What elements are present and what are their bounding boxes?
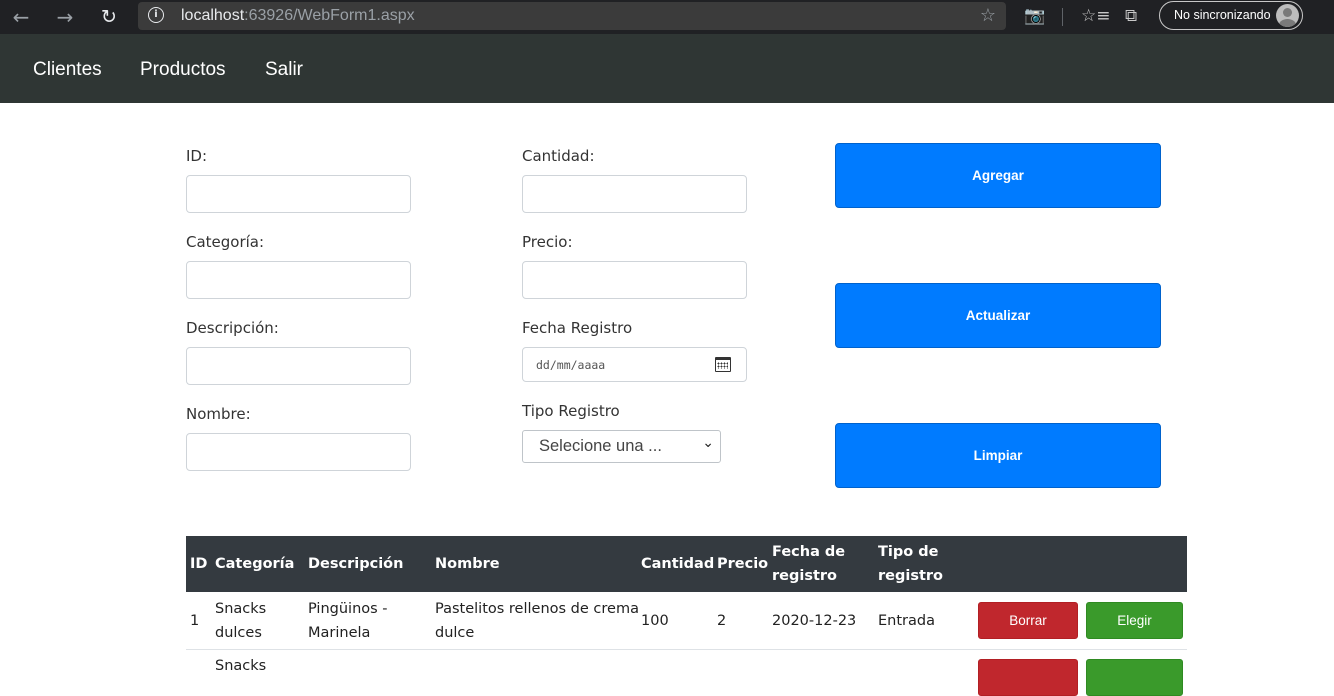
categoria-input[interactable]: [186, 261, 411, 299]
browser-toolbar: ← → ↻ i localhost:63926/WebForm1.aspx ☆ …: [0, 0, 1334, 34]
header-id: ID: [190, 556, 208, 572]
nombre-label: Nombre:: [186, 405, 251, 423]
cell-categoria-line1: Snacks: [215, 601, 267, 617]
profile-avatar-icon: [1276, 4, 1299, 27]
sync-status-label: No sincronizando: [1174, 8, 1271, 22]
cell-cantidad: 100: [641, 613, 669, 629]
chevron-down-icon: ⌄: [702, 435, 714, 451]
row-divider: [186, 649, 1187, 650]
favorites-list-icon[interactable]: ☆≡: [1081, 5, 1110, 27]
precio-input[interactable]: [522, 261, 747, 299]
date-placeholder: dd/mm/aaaa: [536, 358, 606, 372]
header-categoria: Categoría: [215, 556, 295, 572]
favorite-star-icon[interactable]: ☆: [980, 5, 996, 26]
nav-link-productos[interactable]: Productos: [140, 59, 226, 81]
nombre-input[interactable]: [186, 433, 411, 471]
header-tipo-line2: registro: [878, 568, 944, 584]
table-header: ID Categoría Descripción Nombre Cantidad…: [186, 536, 1187, 592]
nav-link-clientes[interactable]: Clientes: [33, 59, 102, 81]
select-value: Selecione una ...: [539, 437, 662, 455]
fecha-registro-label: Fecha Registro: [522, 319, 633, 337]
descripcion-label: Descripción:: [186, 319, 279, 337]
id-label: ID:: [186, 147, 208, 165]
tipo-registro-select[interactable]: Selecione una ... ⌄: [522, 430, 721, 463]
header-nombre: Nombre: [435, 556, 500, 572]
cell-id: 1: [190, 613, 200, 629]
header-descripcion: Descripción: [308, 556, 404, 572]
cell-descripcion-line1: Pingüinos -: [308, 601, 388, 617]
descripcion-input[interactable]: [186, 347, 411, 385]
header-fecha-line1: Fecha de: [772, 544, 846, 560]
header-precio: Precio: [717, 556, 769, 572]
cantidad-label: Cantidad:: [522, 147, 595, 165]
calendar-icon[interactable]: [715, 357, 731, 372]
collections-icon[interactable]: ⧉: [1125, 5, 1137, 27]
categoria-label: Categoría:: [186, 233, 265, 251]
cell-categoria-line2: dulces: [215, 625, 262, 641]
header-tipo-line1: Tipo de: [878, 544, 939, 560]
profile-sync-button[interactable]: No sincronizando: [1159, 1, 1303, 30]
cell-nombre-line1: Pastelitos rellenos de crema: [435, 601, 639, 617]
reload-icon[interactable]: ↻: [96, 4, 122, 30]
header-cantidad: Cantidad: [641, 556, 715, 572]
cell-fecha: 2020-12-23: [772, 613, 857, 629]
camera-icon[interactable]: 📷: [1024, 5, 1045, 27]
borrar-button[interactable]: Borrar: [978, 602, 1078, 639]
cell-nombre-line2: dulce: [435, 625, 475, 641]
back-arrow-icon[interactable]: ←: [8, 4, 34, 30]
url-text[interactable]: localhost:63926/WebForm1.aspx: [181, 7, 415, 25]
actualizar-button[interactable]: Actualizar: [835, 283, 1161, 348]
tipo-registro-label: Tipo Registro: [522, 402, 620, 420]
address-bar[interactable]: i localhost:63926/WebForm1.aspx ☆: [138, 2, 1006, 30]
cell-tipo: Entrada: [878, 613, 935, 629]
agregar-button[interactable]: Agregar: [835, 143, 1161, 208]
toolbar-divider: [1062, 8, 1063, 26]
cell-descripcion-line2: Marinela: [308, 625, 371, 641]
cantidad-input[interactable]: [522, 175, 747, 213]
app-navbar: Clientes Productos Salir: [0, 34, 1334, 103]
limpiar-button[interactable]: Limpiar: [835, 423, 1161, 488]
cell-precio: 2: [717, 613, 727, 629]
info-icon[interactable]: i: [148, 7, 164, 23]
precio-label: Precio:: [522, 233, 573, 251]
forward-arrow-icon[interactable]: →: [52, 4, 78, 30]
elegir-button[interactable]: Elegir: [1086, 602, 1183, 639]
fecha-registro-date-input[interactable]: dd/mm/aaaa: [522, 347, 747, 382]
cell-categoria-line1: Snacks: [215, 658, 267, 674]
header-fecha-line2: registro: [772, 568, 838, 584]
id-input[interactable]: [186, 175, 411, 213]
nav-link-salir[interactable]: Salir: [265, 59, 303, 81]
